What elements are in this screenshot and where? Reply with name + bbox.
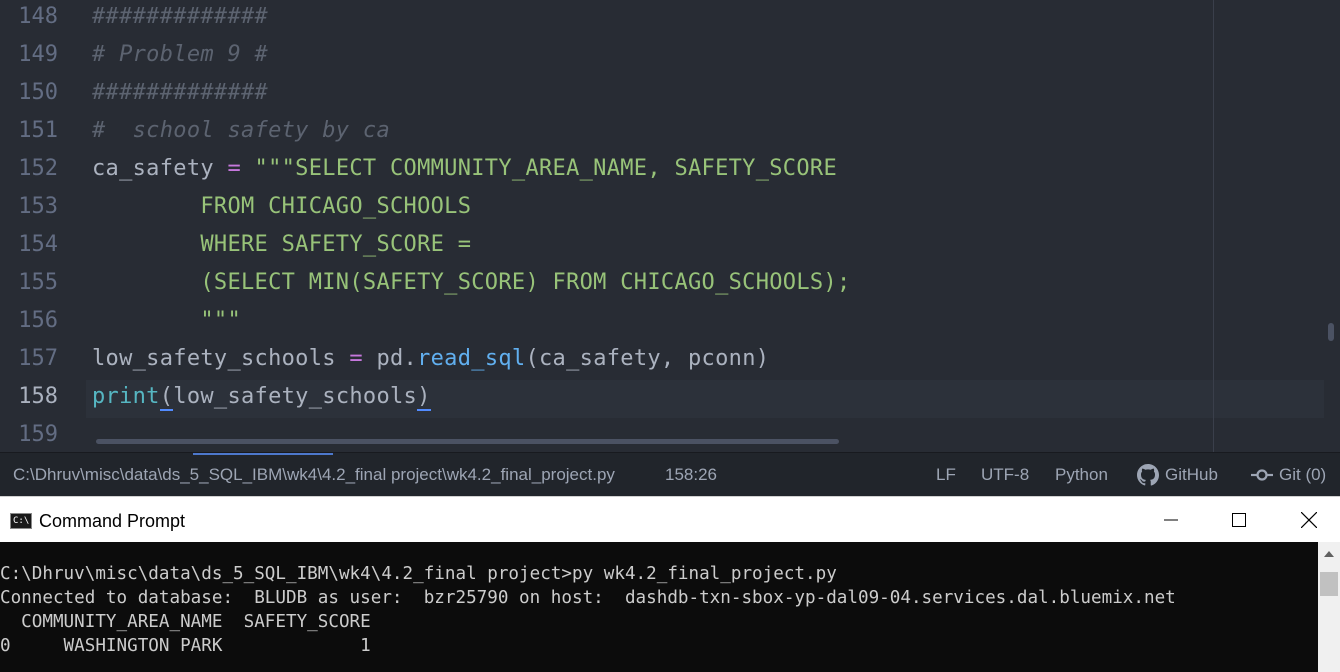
code-editor[interactable]: 148 ############# 149 # Problem 9 # 150 #####… xyxy=(0,0,1340,452)
code-token: print xyxy=(92,384,160,409)
minimize-icon xyxy=(1164,519,1178,521)
code-line[interactable]: WHERE SAFETY_SCORE = xyxy=(92,226,471,264)
cmd-output[interactable]: C:\Dhruv\misc\data\ds_5_SQL_IBM\wk4\4.2_… xyxy=(0,542,1318,672)
github-label: GitHub xyxy=(1165,465,1218,484)
github-button[interactable]: GitHub xyxy=(1137,453,1218,497)
line-number: 158 xyxy=(18,384,58,409)
line-number: 152 xyxy=(18,156,58,181)
code-token: ############# xyxy=(92,4,269,29)
grammar-selector[interactable]: Python xyxy=(1055,453,1108,497)
line-number: 150 xyxy=(18,80,58,105)
line-number: 151 xyxy=(18,118,58,143)
code-token: ca_safety xyxy=(92,156,228,181)
cmd-line: C:\Dhruv\misc\data\ds_5_SQL_IBM\wk4\4.2_… xyxy=(0,564,837,584)
cmd-line: COMMUNITY_AREA_NAME SAFETY_SCORE xyxy=(0,612,371,632)
git-commit-icon xyxy=(1251,469,1273,481)
code-token: (SELECT MIN(SAFETY_SCORE) FROM CHICAGO_S… xyxy=(92,270,851,295)
line-number: 159 xyxy=(18,422,58,447)
code-token: """SELECT COMMUNITY_AREA_NAME, SAFETY_SC… xyxy=(241,156,837,181)
cmd-line: 0 WASHINGTON PARK 1 xyxy=(0,636,371,656)
maximize-icon xyxy=(1232,513,1246,527)
line-number: 157 xyxy=(18,346,58,371)
line-number: 149 xyxy=(18,42,58,67)
code-line[interactable]: print(low_safety_schools) xyxy=(92,378,431,416)
maximize-button[interactable] xyxy=(1204,497,1274,543)
line-ending-selector[interactable]: LF xyxy=(936,453,956,497)
code-token: = xyxy=(227,156,241,181)
github-icon xyxy=(1137,464,1159,486)
code-line[interactable]: # Problem 9 # xyxy=(92,36,268,74)
code-token: WHERE SAFETY_SCORE = xyxy=(92,232,472,257)
code-line[interactable]: ############# xyxy=(92,74,268,112)
code-token: FROM CHICAGO_SCHOOLS xyxy=(92,194,472,219)
status-bar: C:\Dhruv\misc\data\ds_5_SQL_IBM\wk4\4.2_… xyxy=(0,452,1340,497)
code-token: pd. xyxy=(362,346,418,371)
vertical-scrollbar[interactable] xyxy=(1328,323,1334,341)
git-label: Git (0) xyxy=(1279,465,1327,484)
file-path[interactable]: C:\Dhruv\misc\data\ds_5_SQL_IBM\wk4\4.2_… xyxy=(13,453,615,497)
scroll-thumb[interactable] xyxy=(1320,572,1338,596)
encoding-selector[interactable]: UTF-8 xyxy=(981,453,1029,497)
code-line[interactable]: (SELECT MIN(SAFETY_SCORE) FROM CHICAGO_S… xyxy=(92,264,851,302)
cmd-line: Connected to database: BLUDB as user: bz… xyxy=(0,588,1176,608)
chevron-up-icon xyxy=(1324,551,1334,557)
cmd-titlebar[interactable]: C:\ Command Prompt xyxy=(0,496,1340,543)
code-token: # Problem 9 # xyxy=(92,42,269,67)
minimize-button[interactable] xyxy=(1136,497,1206,543)
code-token: ( xyxy=(159,384,174,411)
code-token: low_safety_schools xyxy=(173,384,418,409)
cmd-scrollbar[interactable] xyxy=(1318,542,1340,672)
code-token: ############# xyxy=(92,80,269,105)
code-token: ) xyxy=(417,384,431,411)
line-number: 153 xyxy=(18,194,58,219)
close-button[interactable] xyxy=(1274,497,1340,543)
code-line[interactable]: low_safety_schools = pd.read_sql(ca_safe… xyxy=(92,340,769,378)
code-line[interactable]: """ xyxy=(92,302,241,340)
line-number: 154 xyxy=(18,232,58,257)
code-token: low_safety_schools xyxy=(92,346,350,371)
wrap-guide xyxy=(1213,0,1214,452)
code-token: = xyxy=(349,346,363,371)
horizontal-scrollbar[interactable] xyxy=(96,439,839,444)
close-icon xyxy=(1301,512,1317,528)
code-line[interactable]: ############# xyxy=(92,0,268,36)
cmd-window-title: Command Prompt xyxy=(39,511,186,531)
code-line[interactable]: FROM CHICAGO_SCHOOLS xyxy=(92,188,471,226)
line-number: 155 xyxy=(18,270,58,295)
cmd-icon-text: C:\ xyxy=(13,516,30,526)
git-button[interactable]: Git (0) xyxy=(1251,453,1326,497)
code-token: read_sql xyxy=(417,346,526,371)
code-token: (ca_safety, pconn) xyxy=(525,346,770,371)
code-token: # school safety by ca xyxy=(92,118,390,143)
line-number: 148 xyxy=(18,4,58,29)
cmd-app-icon: C:\ xyxy=(10,513,32,529)
command-prompt-window[interactable]: C:\ Command Prompt C:\Dhruv\misc\data\ds… xyxy=(0,496,1340,672)
path-underline xyxy=(193,453,333,455)
code-line[interactable]: ca_safety = """SELECT COMMUNITY_AREA_NAM… xyxy=(92,150,837,188)
code-token: """ xyxy=(92,308,241,333)
scroll-up-button[interactable] xyxy=(1318,542,1340,566)
line-number: 156 xyxy=(18,308,58,333)
cursor-position[interactable]: 158:26 xyxy=(665,453,717,497)
code-line[interactable]: # school safety by ca xyxy=(92,112,390,150)
